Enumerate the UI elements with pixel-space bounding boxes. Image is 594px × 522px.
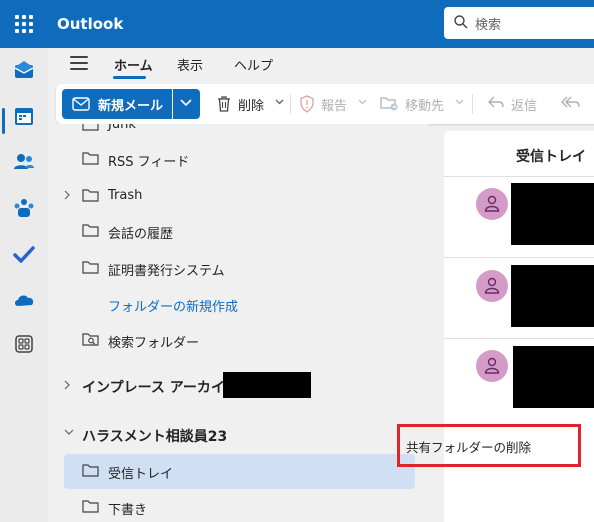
tab-home[interactable]: ホーム (114, 55, 153, 74)
search-placeholder: 検索 (475, 18, 502, 33)
message-divider (444, 338, 594, 339)
app-launcher-icon[interactable] (13, 13, 35, 35)
new-folder-label: フォルダーの新規作成 (108, 300, 239, 315)
onedrive-icon[interactable] (12, 288, 36, 312)
move-to-button[interactable]: 移動先 (380, 93, 460, 115)
folder-row-certificate-system[interactable]: 証明書発行システム (48, 253, 428, 283)
move-to-label: 移動先 (405, 99, 445, 114)
redacted-block (511, 265, 594, 327)
folder-icon (82, 124, 99, 131)
avatar[interactable] (476, 188, 508, 220)
chevron-down-icon (180, 99, 192, 107)
search-folder-icon (82, 333, 99, 346)
avatar[interactable] (476, 350, 508, 382)
hamburger-menu-icon[interactable] (70, 56, 88, 70)
section-label: ハラスメント相談員23 (82, 429, 228, 445)
context-menu-delete-shared-folder[interactable]: 共有フォルダーの削除 (397, 424, 581, 467)
search-icon (454, 15, 468, 29)
chevron-right-icon[interactable] (64, 380, 70, 390)
person-icon (484, 357, 500, 374)
top-bar: Outlook 検索 (0, 0, 594, 48)
folder-row-trash[interactable]: Trash (48, 181, 428, 211)
report-label: 報告 (321, 99, 348, 114)
new-folder-link[interactable]: フォルダーの新規作成 (48, 289, 428, 319)
folder-icon (82, 261, 99, 274)
report-chevron-down-icon[interactable] (358, 99, 367, 105)
calendar-icon[interactable] (12, 104, 36, 128)
reply-all-button[interactable] (561, 93, 591, 115)
folder-label: 検索フォルダー (108, 336, 200, 351)
tab-view[interactable]: 表示 (177, 55, 203, 74)
folder-label: Junk (108, 124, 136, 132)
folder-icon (82, 464, 99, 477)
reply-label: 返信 (511, 99, 538, 114)
new-mail-dropdown-button[interactable] (173, 89, 200, 119)
person-icon (484, 277, 500, 294)
folder-icon (82, 152, 99, 165)
chevron-right-icon[interactable] (64, 190, 70, 200)
folder-icon (82, 189, 99, 202)
message-divider (444, 257, 594, 258)
folder-label: 受信トレイ (108, 467, 174, 482)
groups-icon[interactable] (12, 196, 36, 220)
reply-all-icon (561, 96, 580, 108)
mail-icon[interactable] (12, 58, 36, 82)
redacted-block (223, 372, 311, 398)
folder-row-junk[interactable]: Junk (48, 124, 428, 140)
search-box[interactable]: 検索 (444, 7, 594, 39)
new-mail-label: 新規メール (98, 99, 164, 114)
trash-icon (218, 96, 230, 112)
shield-icon (300, 95, 314, 113)
section-shared-mailbox[interactable]: ハラスメント相談員23 (48, 420, 428, 450)
folder-row-conversation-history[interactable]: 会話の履歴 (48, 216, 428, 246)
folder-label: 会話の履歴 (108, 227, 174, 242)
person-icon (484, 195, 500, 212)
ribbon-divider (290, 94, 291, 114)
redacted-block (511, 183, 594, 245)
redacted-block (513, 346, 594, 408)
folder-icon (82, 500, 99, 513)
rail-active-indicator (2, 108, 5, 134)
reply-button[interactable]: 返信 (487, 93, 547, 115)
delete-label: 削除 (238, 99, 265, 114)
new-mail-button[interactable]: 新規メール (62, 89, 172, 119)
move-to-chevron-down-icon[interactable] (455, 99, 464, 105)
message-list-title: 受信トレイ (516, 149, 586, 165)
apps-icon[interactable] (12, 332, 36, 356)
app-rail (0, 48, 48, 522)
folder-icon (82, 224, 99, 237)
context-menu-item-label: 共有フォルダーの削除 (406, 440, 532, 455)
todo-icon[interactable] (12, 242, 36, 266)
folder-label: RSS フィード (108, 155, 190, 170)
section-label: インプレース アーカイブ (82, 380, 239, 396)
folder-row-rss[interactable]: RSS フィード (48, 144, 428, 174)
folder-label: 下書き (108, 503, 148, 518)
folder-row-drafts[interactable]: 下書き (48, 492, 428, 522)
app-title[interactable]: Outlook (57, 15, 123, 33)
ribbon-divider (472, 94, 473, 114)
people-icon[interactable] (12, 150, 36, 174)
folder-label: 証明書発行システム (108, 264, 225, 279)
reply-icon (488, 96, 504, 108)
avatar[interactable] (476, 270, 508, 302)
chevron-down-icon[interactable] (64, 429, 74, 435)
mail-compose-icon (72, 97, 90, 111)
folder-row-inbox[interactable]: 受信トレイ (48, 456, 428, 486)
tab-active-underline (113, 76, 146, 79)
tab-help[interactable]: ヘルプ (234, 55, 273, 74)
folder-row-search-folder[interactable]: 検索フォルダー (48, 325, 428, 355)
folder-move-icon (380, 97, 398, 111)
delete-chevron-down-icon[interactable] (275, 99, 284, 105)
message-divider (444, 176, 594, 177)
folder-label: Trash (108, 188, 143, 203)
